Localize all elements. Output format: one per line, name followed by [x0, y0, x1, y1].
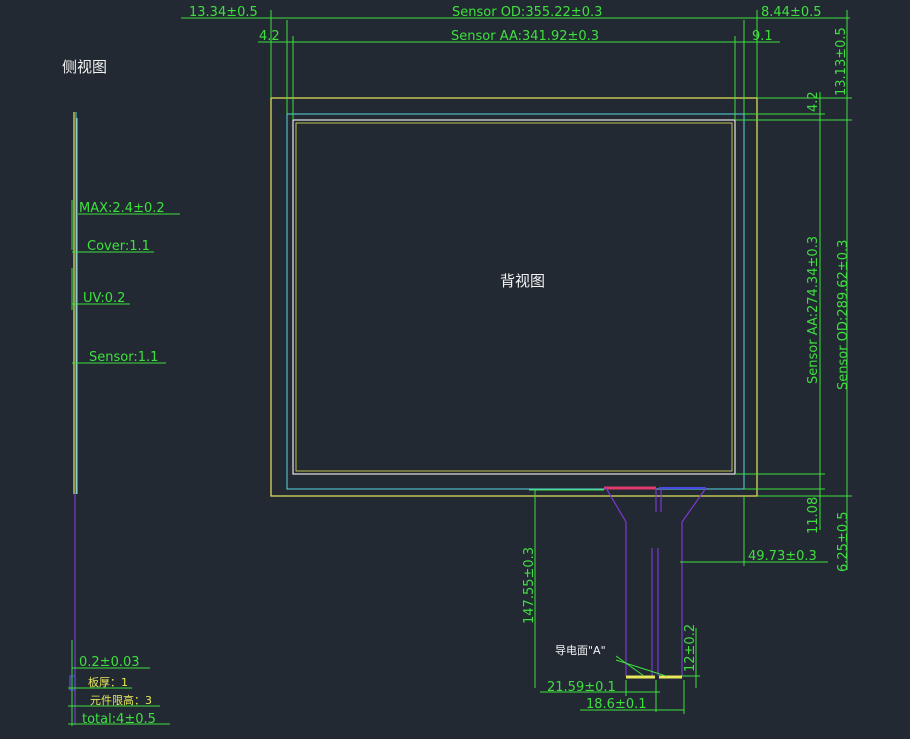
fpc-length-dim: 147.55±0.3 [522, 547, 537, 624]
sensor-od-outline [270, 97, 758, 497]
aa-right-dim: 9.1 [752, 29, 773, 44]
sensor-od-height-dim: Sensor OD:289.62±0.3 [836, 240, 851, 390]
back-view-title: 背视图 [500, 272, 545, 290]
fpc-left-edge [605, 487, 627, 676]
right-margin-dim: 8.44±0.5 [761, 5, 822, 20]
side-max-label: MAX:2.4±0.2 [79, 201, 165, 216]
fpc-thickness-label: 0.2±0.03 [79, 655, 140, 670]
sensor-aa-height-dim: Sensor AA:274.34±0.3 [806, 236, 821, 384]
aa-bottom-dim: 11.08 [806, 497, 821, 534]
bottom-margin-dim: 6.25±0.5 [836, 511, 851, 572]
view-area-outline [292, 119, 736, 475]
side-cover-label: Cover:1.1 [87, 239, 150, 254]
fpc-width-outer-dim: 21.59±0.1 [547, 680, 616, 695]
fpc-tail: 147.55±0.3 49.73±0.3 12±0.2 导电面"A" 21.59… [522, 486, 828, 714]
sensor-od-width-dim: Sensor OD:355.22±0.3 [452, 5, 602, 20]
side-uv-label: UV:0.2 [83, 291, 125, 306]
total-thickness-label: total:4±0.5 [82, 712, 156, 727]
sensor-aa-width-dim: Sensor AA:341.92±0.3 [451, 29, 599, 44]
fpc-width-inner-dim: 18.6±0.1 [586, 697, 647, 712]
drawing-canvas: 侧视图 MAX:2.4±0.2 Cover:1.1 UV:0.2 Sensor:… [62, 5, 852, 727]
fpc-tail-height-dim: 12±0.2 [683, 624, 698, 672]
board-thickness-label: 板厚：1 [88, 675, 128, 689]
aa-left-dim: 4.2 [259, 29, 280, 44]
side-view-title: 侧视图 [62, 58, 107, 76]
fpc-offset-dim: 49.73±0.3 [748, 549, 817, 564]
back-view: 背视图 13.34±0.5 Sensor OD:355.22±0.3 8.44±… [181, 5, 852, 572]
side-view: 侧视图 MAX:2.4±0.2 Cover:1.1 UV:0.2 Sensor:… [62, 58, 180, 727]
sensor-aa-outline [286, 113, 745, 490]
component-height-label: 元件限高：3 [90, 693, 152, 707]
aa-top-dim: 4.2 [806, 91, 821, 112]
conductive-side-label: 导电面"A" [555, 644, 606, 657]
left-margin-dim: 13.34±0.5 [189, 5, 258, 20]
side-sensor-label: Sensor:1.1 [89, 350, 158, 365]
top-margin-dim: 13.13±0.5 [834, 27, 849, 96]
